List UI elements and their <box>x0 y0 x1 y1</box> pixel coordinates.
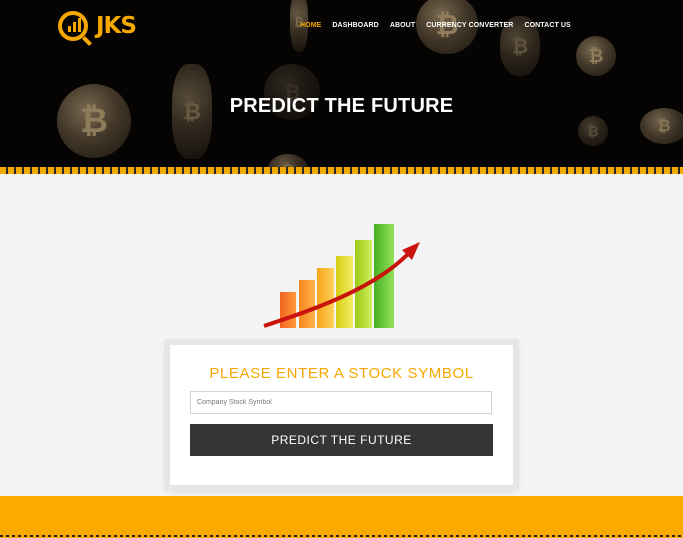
logo-chart-icon <box>58 11 88 41</box>
predict-button[interactable]: PREDICT THE FUTURE <box>190 424 493 456</box>
main-nav: HOME DASHBOARD ABOUT CURRENCY CONVERTER … <box>300 22 571 29</box>
nav-contact-us[interactable]: CONTACT US <box>524 22 570 29</box>
nav-currency-converter[interactable]: CURRENCY CONVERTER <box>426 22 513 29</box>
hero-section: ₿ ₿ ₿ ₿ ₿ ₿ ₿ ₿ ₿ ₿ JKS HOME DASHBOARD A… <box>0 0 683 172</box>
logo[interactable]: JKS <box>58 10 137 42</box>
logo-text: JKS <box>96 13 137 39</box>
hero-title: PREDICT THE FUTURE <box>229 95 454 117</box>
nav-about[interactable]: ABOUT <box>390 22 415 29</box>
bitcoin-coin-image: ₿ <box>578 116 608 146</box>
chart-bar <box>299 280 315 328</box>
nav-home[interactable]: HOME <box>300 22 321 29</box>
hero-divider <box>0 167 683 174</box>
stock-form-card: PLEASE ENTER A STOCK SYMBOL PREDICT THE … <box>170 345 513 485</box>
nav-dashboard[interactable]: DASHBOARD <box>332 22 378 29</box>
growth-chart-illustration <box>263 224 420 328</box>
stock-symbol-input[interactable] <box>190 391 492 414</box>
bitcoin-coin-image: ₿ <box>576 36 616 76</box>
footer <box>0 496 683 538</box>
chart-bar <box>317 268 334 328</box>
footer-divider <box>0 535 683 537</box>
chart-bar <box>280 292 296 328</box>
form-title: PLEASE ENTER A STOCK SYMBOL <box>209 365 474 382</box>
